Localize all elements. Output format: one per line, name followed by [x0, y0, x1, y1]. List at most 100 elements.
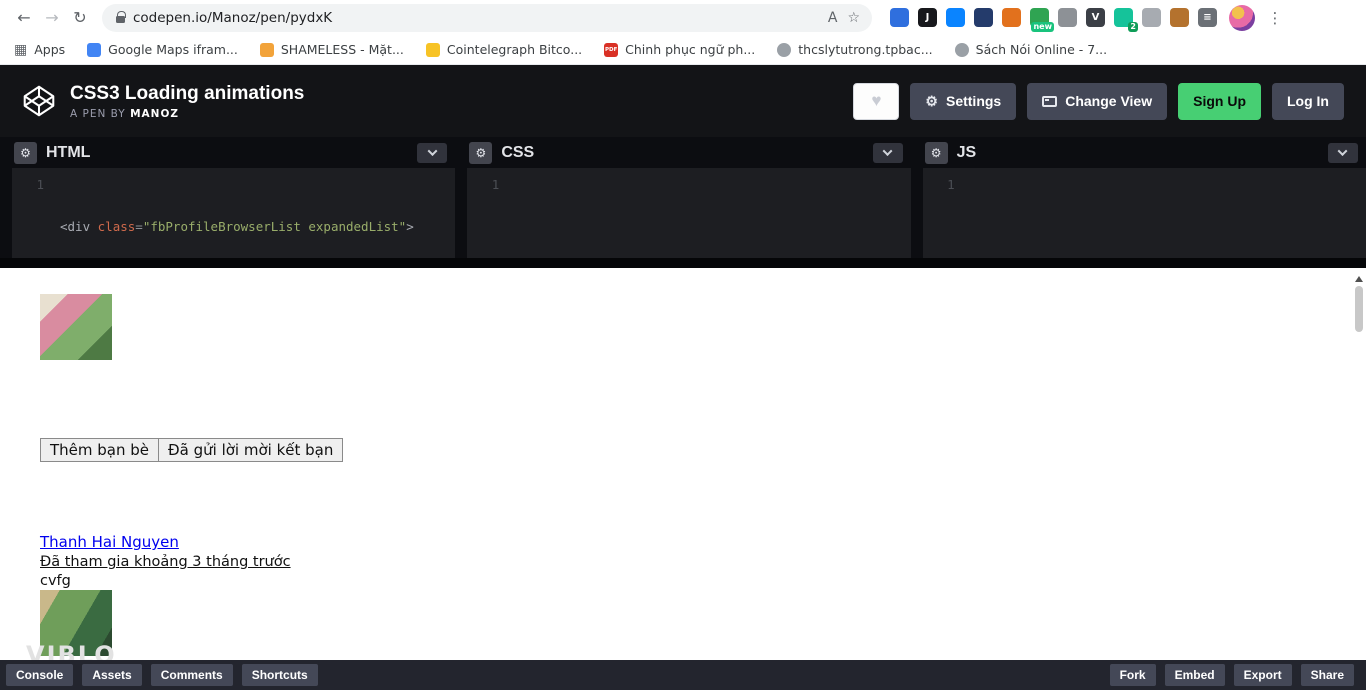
scroll-up-arrow-icon[interactable]: [1355, 276, 1363, 282]
sign-up-button[interactable]: Sign Up: [1178, 82, 1261, 120]
share-button[interactable]: Share: [1300, 664, 1354, 686]
bookmark-label: Apps: [34, 42, 66, 57]
favicon: [425, 42, 440, 57]
profile-name-link[interactable]: Thanh Hai Nguyen: [40, 533, 179, 551]
css-panel-header: ⚙ CSS: [467, 137, 910, 168]
html-settings-button[interactable]: ⚙: [14, 141, 37, 164]
pen-titles: CSS3 Loading animations A PEN BY Manoz: [70, 83, 304, 120]
apps-shortcut[interactable]: ▦ Apps: [14, 42, 65, 57]
apps-grid-icon: ▦: [14, 41, 28, 58]
extension-icon[interactable]: [1142, 8, 1161, 27]
bookmark-label: Sách Nói Online - 7...: [975, 42, 1108, 57]
preview-scrollbar[interactable]: [1352, 268, 1366, 660]
chevron-down-icon: [882, 146, 893, 157]
address-bar[interactable]: codepen.io/Manoz/pen/pydxK A ☆: [102, 3, 872, 32]
extension-icon[interactable]: [946, 8, 965, 27]
html-code-editor[interactable]: 1 <div class="fbProfileBrowserList expan…: [12, 168, 456, 258]
line-numbers: 1: [923, 168, 967, 258]
extension-glyph: ≡: [1203, 12, 1212, 23]
js-collapse-button[interactable]: [1327, 142, 1358, 163]
add-friend-button[interactable]: Thêm bạn bè: [40, 438, 160, 462]
bookmark-item[interactable]: PDF Chinh phục ngữ ph...: [604, 42, 755, 57]
bookmark-item[interactable]: Cointelegraph Bitco...: [425, 42, 582, 57]
export-button[interactable]: Export: [1233, 664, 1292, 686]
embed-button[interactable]: Embed: [1164, 664, 1225, 686]
extension-icon[interactable]: [1002, 8, 1021, 27]
extension-icon[interactable]: [1058, 8, 1077, 27]
css-settings-button[interactable]: ⚙: [469, 141, 493, 164]
chevron-down-icon: [427, 146, 438, 157]
extension-icon[interactable]: [974, 8, 993, 27]
pen-author[interactable]: Manoz: [130, 108, 179, 120]
browser-menu-icon[interactable]: ⋮: [1263, 6, 1287, 30]
extension-icon[interactable]: new: [1030, 8, 1054, 32]
editor-panels: ⚙ HTML 1 <div class="fbProfileBrowserLis…: [0, 137, 1366, 258]
css-code-editor[interactable]: 1: [467, 168, 911, 258]
lock-icon: [116, 10, 126, 23]
bookmark-label: Chinh phục ngữ ph...: [625, 42, 756, 57]
extension-icon[interactable]: J: [918, 8, 937, 27]
console-button[interactable]: Console: [6, 664, 74, 686]
bookmark-item[interactable]: Sách Nói Online - 7...: [954, 42, 1108, 57]
js-settings-button[interactable]: ⚙: [924, 141, 948, 164]
pdf-favicon: PDF: [604, 42, 619, 57]
gear-icon: ⚙: [475, 145, 487, 160]
codepen-logo-icon[interactable]: [22, 84, 56, 118]
profile-avatar[interactable]: [1229, 4, 1255, 31]
bookmark-item[interactable]: thcslytutrong.tpbac...: [777, 42, 933, 57]
forward-icon[interactable]: →: [38, 4, 66, 32]
css-collapse-button[interactable]: [872, 142, 903, 163]
log-in-label: Log In: [1287, 93, 1329, 109]
bookmark-item[interactable]: SHAMELESS - Mặt...: [259, 42, 404, 57]
joined-time-text: Đã tham gia khoảng 3 tháng trước: [40, 554, 291, 570]
translate-icon[interactable]: A: [828, 10, 838, 26]
extension-icon[interactable]: ≡: [1198, 8, 1217, 27]
extension-icon[interactable]: [890, 8, 909, 27]
friend-buttons-row: Thêm bạn bè Đã gửi lời mời kết bạn: [40, 438, 344, 462]
shortcuts-button[interactable]: Shortcuts: [241, 664, 318, 686]
js-panel-header: ⚙ JS: [923, 137, 1366, 168]
sign-up-label: Sign Up: [1193, 93, 1246, 109]
heart-icon: ♥: [871, 91, 882, 110]
js-panel: ⚙ JS 1: [922, 137, 1366, 258]
extensions-row: J new V 2 ≡: [890, 8, 1217, 32]
extension-icon[interactable]: [1170, 8, 1189, 27]
change-view-button[interactable]: Change View: [1027, 82, 1168, 120]
love-button[interactable]: ♥: [853, 82, 900, 120]
assets-button[interactable]: Assets: [82, 664, 142, 686]
html-panel-header: ⚙ HTML: [12, 137, 455, 168]
code-token: >: [406, 219, 414, 234]
log-in-button[interactable]: Log In: [1272, 82, 1344, 120]
settings-button[interactable]: ⚙ Settings: [910, 82, 1017, 120]
url-text: codepen.io/Manoz/pen/pydxK: [133, 9, 333, 26]
byline-prefix: A PEN BY: [70, 107, 126, 120]
bookmark-label: Google Maps ifram...: [108, 42, 238, 57]
fork-button[interactable]: Fork: [1109, 664, 1156, 686]
gear-icon: ⚙: [925, 92, 938, 109]
html-collapse-button[interactable]: [417, 142, 448, 163]
extension-badge: new: [1031, 22, 1054, 32]
bookmarks-bar: ▦ Apps Google Maps ifram... SHAMELESS - M…: [0, 35, 1366, 65]
pen-title: CSS3 Loading animations: [70, 82, 305, 104]
gear-icon: ⚙: [20, 145, 31, 160]
line-number: 1: [947, 177, 955, 192]
extension-badge: 2: [1128, 22, 1138, 32]
html-panel: ⚙ HTML 1 <div class="fbProfileBrowserLis…: [12, 137, 456, 258]
editor-resize-bar[interactable]: [0, 258, 1366, 268]
comments-button[interactable]: Comments: [150, 664, 233, 686]
gear-icon: ⚙: [930, 145, 942, 160]
footer-left-group: Console Assets Comments Shortcuts: [6, 664, 318, 686]
chevron-down-icon: [1338, 146, 1348, 157]
pen-footer: Console Assets Comments Shortcuts Fork E…: [0, 660, 1366, 690]
reload-icon[interactable]: ↻: [66, 4, 94, 32]
back-icon[interactable]: ←: [10, 4, 38, 32]
request-sent-button[interactable]: Đã gửi lời mời kết bạn: [158, 438, 344, 462]
extension-glyph: J: [925, 12, 930, 23]
js-code-editor[interactable]: 1: [922, 168, 1366, 258]
bookmark-item[interactable]: Google Maps ifram...: [87, 42, 238, 57]
bookmark-star-icon[interactable]: ☆: [847, 10, 860, 26]
bookmark-label: thcslytutrong.tpbac...: [798, 42, 933, 57]
extension-icon[interactable]: V: [1086, 8, 1105, 27]
scrollbar-thumb[interactable]: [1355, 286, 1363, 332]
extension-icon[interactable]: 2: [1114, 8, 1138, 32]
